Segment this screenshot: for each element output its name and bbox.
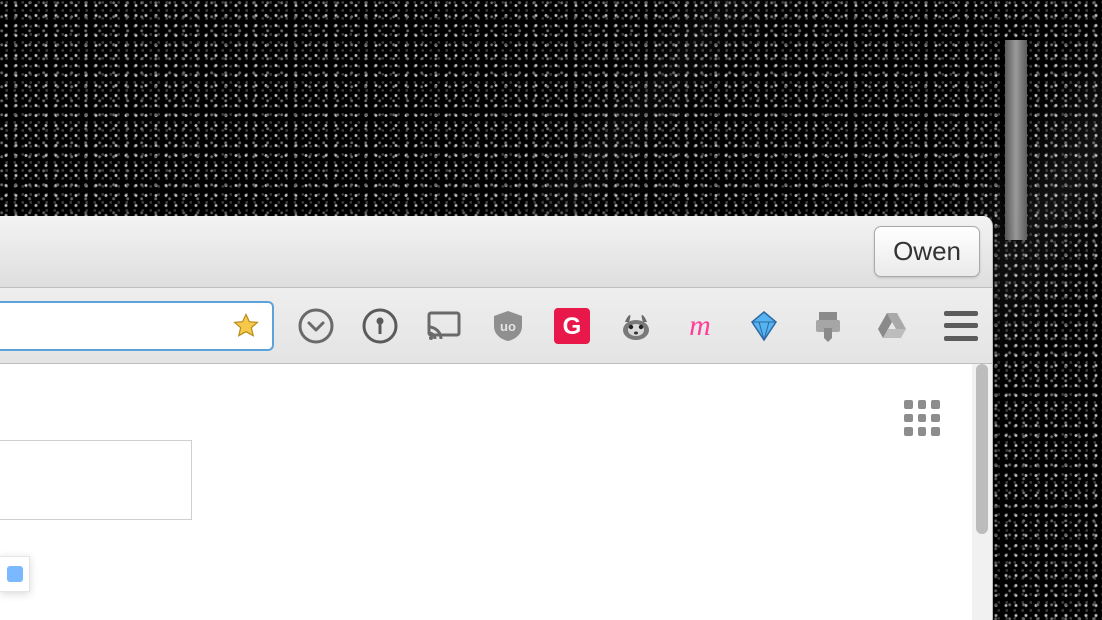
download-icon[interactable]	[810, 308, 846, 344]
tab-strip: Owen	[0, 216, 992, 288]
ublock-icon[interactable]: uo	[490, 308, 526, 344]
extensions-area: uo G m	[298, 308, 910, 344]
svg-text:uo: uo	[500, 319, 516, 334]
bookmark-star-icon[interactable]	[232, 312, 260, 340]
page-content	[0, 364, 992, 620]
pocket-icon[interactable]	[298, 308, 334, 344]
card-thumbnail	[7, 566, 23, 582]
cast-icon[interactable]	[426, 308, 462, 344]
browser-window: Owen uo G	[0, 216, 993, 620]
g-extension-icon[interactable]: G	[554, 308, 590, 344]
m-extension-icon[interactable]: m	[682, 308, 718, 344]
svg-text:m: m	[689, 309, 711, 342]
onepassword-icon[interactable]	[362, 308, 398, 344]
google-drive-icon[interactable]	[874, 308, 910, 344]
funnel-extension-icon[interactable]	[746, 308, 782, 344]
address-bar[interactable]	[0, 301, 274, 351]
scrollbar-thumb[interactable]	[976, 364, 988, 534]
search-input[interactable]	[0, 440, 192, 520]
svg-text:G: G	[563, 313, 582, 340]
result-card[interactable]	[0, 556, 30, 592]
toolbar: uo G m	[0, 288, 992, 364]
scrollbar-track[interactable]	[972, 364, 992, 620]
hamburger-menu-button[interactable]	[944, 308, 978, 344]
profile-button[interactable]: Owen	[874, 226, 980, 277]
apps-grid-button[interactable]	[904, 400, 940, 436]
privacy-badger-icon[interactable]	[618, 308, 654, 344]
wallpaper-fence-post	[1005, 40, 1027, 240]
